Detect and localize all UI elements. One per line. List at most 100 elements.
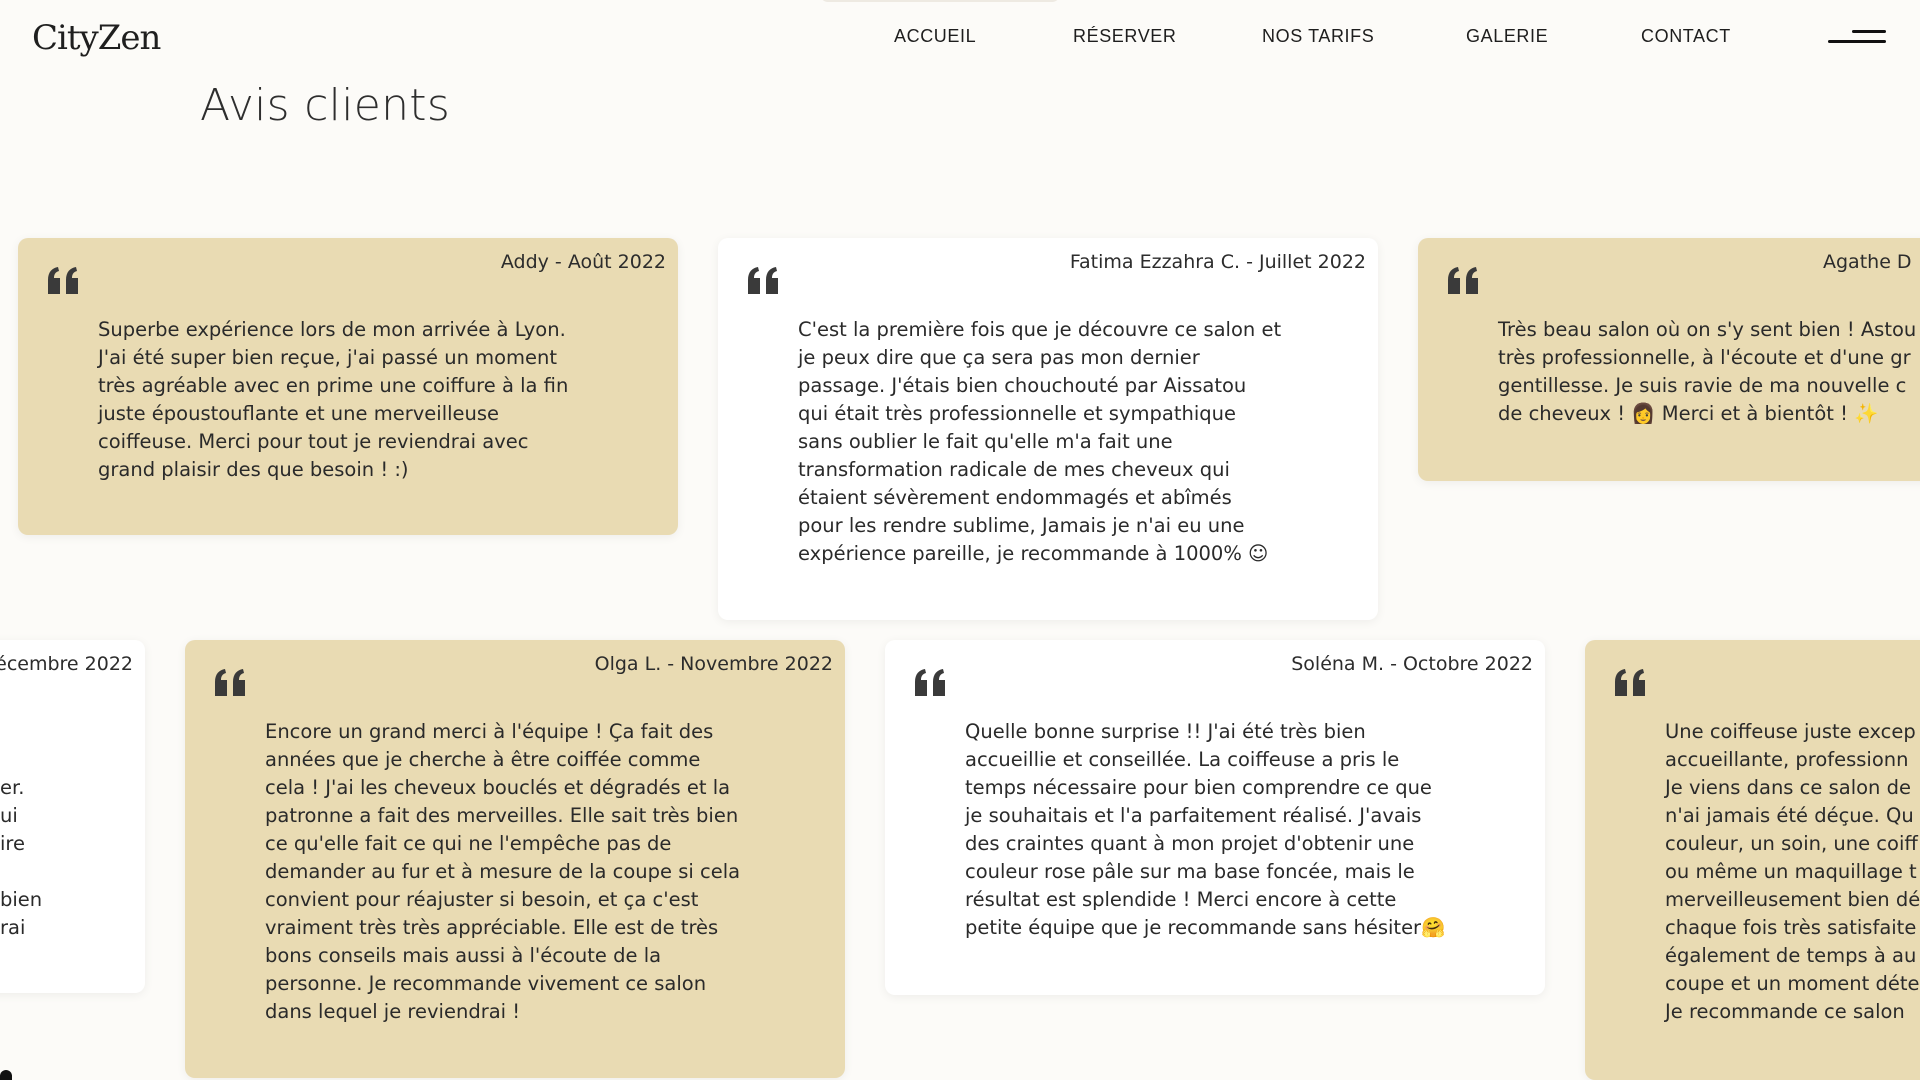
- review-line: accueillie et conseillée. La coiffeuse a…: [965, 748, 1400, 771]
- review-line: transformation radicale de mes cheveux q…: [798, 458, 1230, 481]
- top-tab-indicator: [820, 0, 1060, 2]
- menu-icon[interactable]: [1828, 30, 1888, 46]
- review-author: Fatima Ezzahra C. - Juillet 2022: [1069, 251, 1366, 273]
- review-text: C'est la première fois que je découvre c…: [798, 316, 1318, 568]
- review-text: Superbe expérience lors de mon arrivée à…: [98, 316, 618, 484]
- review-line: couleur, un soin, une coiff: [1665, 832, 1918, 855]
- quote-icon: [748, 267, 778, 294]
- review-line: rai: [0, 916, 26, 939]
- review-text: Quelle bonne surprise !! J'ai été très b…: [965, 718, 1485, 942]
- review-line: très agréable avec en prime une coiffure…: [98, 374, 569, 397]
- review-line: J'ai été super bien reçue, j'ai passé un…: [98, 346, 558, 369]
- review-line: également de temps à au: [1665, 944, 1917, 967]
- page-title: Avis clients: [200, 80, 451, 131]
- scroll-indicator[interactable]: [0, 1070, 12, 1080]
- review-card: Soléna M. - Octobre 2022 Quelle bonne su…: [885, 640, 1545, 995]
- review-line: Encore un grand merci à l'équipe ! Ça fa…: [265, 720, 714, 743]
- nav-item-tarifs[interactable]: NOS TARIFS: [1262, 26, 1374, 47]
- menu-line-top: [1852, 30, 1886, 33]
- quote-icon: [915, 669, 945, 696]
- review-line: des craintes quant à mon projet d'obteni…: [965, 832, 1415, 855]
- review-line: de cheveux ! 👩 Merci et à bientôt ! ✨: [1498, 402, 1879, 425]
- nav-item-accueil[interactable]: ACCUEIL: [894, 26, 976, 47]
- review-line: er.: [0, 776, 25, 799]
- review-line: Je recommande ce salon: [1665, 1000, 1905, 1023]
- review-card: Addy - Août 2022 Superbe expérience lors…: [18, 238, 678, 535]
- review-card: Olga L. - Novembre 2022 Encore un grand …: [185, 640, 845, 1078]
- review-line: merveilleusement bien dé: [1665, 888, 1920, 911]
- quote-icon: [48, 267, 78, 294]
- review-line: patronne a fait des merveilles. Elle sai…: [265, 804, 739, 827]
- review-line: passage. J'étais bien chouchouté par Ais…: [798, 374, 1247, 397]
- nav-label: ACCUEIL: [894, 26, 977, 46]
- review-line: je souhaitais et l'a parfaitement réalis…: [965, 804, 1422, 827]
- review-line: [0, 746, 140, 774]
- review-line: grand plaisir des que besoin ! :): [98, 458, 409, 481]
- review-author: Soléna M. - Octobre 2022: [1291, 653, 1533, 675]
- review-line: accueillante, professionn: [1665, 748, 1909, 771]
- review-line: Très beau salon où on s'y sent bien ! As…: [1498, 318, 1917, 341]
- review-line: ire: [0, 832, 26, 855]
- review-line: gentillesse. Je suis ravie de ma nouvell…: [1498, 374, 1907, 397]
- review-line: Quelle bonne surprise !! J'ai été très b…: [965, 720, 1366, 743]
- quote-icon: [1615, 669, 1645, 696]
- menu-line-bottom: [1828, 40, 1886, 43]
- review-card: Agathe D Très beau salon où on s'y sent …: [1418, 238, 1920, 481]
- nav-label: GALERIE: [1466, 26, 1549, 46]
- review-line: juste époustouflante et une merveilleuse: [98, 402, 500, 425]
- nav-label: CONTACT: [1641, 26, 1731, 46]
- review-line: C'est la première fois que je découvre c…: [798, 318, 1282, 341]
- review-line: chaque fois très satisfaite: [1665, 916, 1917, 939]
- review-line: Je viens dans ce salon de: [1665, 776, 1911, 799]
- review-line: très professionnelle, à l'écoute et d'un…: [1498, 346, 1911, 369]
- review-line: sans oublier le fait qu'elle m'a fait un…: [798, 430, 1173, 453]
- nav-item-contact[interactable]: CONTACT: [1641, 26, 1731, 47]
- quote-icon: [215, 669, 245, 696]
- review-line: personne. Je recommande vivement ce salo…: [265, 972, 707, 995]
- review-line: je peux dire que ça sera pas mon dernier: [798, 346, 1200, 369]
- nav-label: NOS TARIFS: [1262, 26, 1375, 46]
- review-line: Superbe expérience lors de mon arrivée à…: [98, 318, 566, 341]
- nav-item-reserver[interactable]: RÉSERVER: [1073, 26, 1177, 47]
- review-line: [0, 718, 140, 746]
- review-text: Une coiffeuse juste excep accueillante, …: [1665, 718, 1920, 1026]
- review-line: coiffeuse. Merci pour tout je reviendrai…: [98, 430, 529, 453]
- review-author: écembre 2022: [0, 653, 133, 675]
- review-line: pour les rendre sublime, Jamais je n'ai …: [798, 514, 1245, 537]
- review-card: Une coiffeuse juste excep accueillante, …: [1585, 640, 1920, 1080]
- review-line: petite équipe que je recommande sans hés…: [965, 916, 1446, 939]
- review-line: vraiment très très appréciable. Elle est…: [265, 916, 719, 939]
- nav-label: RÉSERVER: [1073, 26, 1177, 46]
- review-line: qui était très professionnelle et sympat…: [798, 402, 1236, 425]
- review-line: Une coiffeuse juste excep: [1665, 720, 1916, 743]
- logo[interactable]: CityZen: [32, 18, 161, 58]
- review-line: temps nécessaire pour bien comprendre ce…: [965, 776, 1432, 799]
- review-text: Très beau salon où on s'y sent bien ! As…: [1498, 316, 1920, 428]
- review-line: coupe et un moment déte: [1665, 972, 1920, 995]
- review-line: ou même un maquillage t: [1665, 860, 1917, 883]
- page: CityZen ACCUEIL RÉSERVER NOS TARIFS GALE…: [0, 0, 1920, 1080]
- review-line: étaient sévèrement endommagés et abîmés: [798, 486, 1232, 509]
- review-line: couleur rose pâle sur ma base foncée, ma…: [965, 860, 1415, 883]
- review-line: cela ! J'ai les cheveux bouclés et dégra…: [265, 776, 731, 799]
- review-text: Encore un grand merci à l'équipe ! Ça fa…: [265, 718, 785, 1026]
- review-card: écembre 2022 er. ui ire bien rai: [0, 640, 145, 993]
- review-author: Olga L. - Novembre 2022: [594, 653, 833, 675]
- review-line: expérience pareille, je recommande à 100…: [798, 542, 1269, 565]
- review-line: ui: [0, 804, 18, 827]
- review-line: bien: [0, 888, 43, 911]
- review-text: er. ui ire bien rai: [0, 718, 140, 942]
- review-line: années que je cherche à être coiffée com…: [265, 748, 701, 771]
- review-line: résultat est splendide ! Merci encore à …: [965, 888, 1397, 911]
- nav-item-galerie[interactable]: GALERIE: [1466, 26, 1548, 47]
- review-card: Fatima Ezzahra C. - Juillet 2022 C'est l…: [718, 238, 1378, 620]
- review-line: convient pour réajuster si besoin, et ça…: [265, 888, 699, 911]
- review-author: Agathe D: [1823, 251, 1912, 273]
- review-line: n'ai jamais été déçue. Qu: [1665, 804, 1914, 827]
- quote-icon: [1448, 267, 1478, 294]
- review-author: Addy - Août 2022: [500, 251, 666, 273]
- review-line: demander au fur et à mesure de la coupe …: [265, 860, 741, 883]
- review-line: ce qu'elle fait ce qui ne l'empêche pas …: [265, 832, 672, 855]
- review-line: dans lequel je reviendrai !: [265, 1000, 521, 1023]
- review-line: [0, 858, 140, 886]
